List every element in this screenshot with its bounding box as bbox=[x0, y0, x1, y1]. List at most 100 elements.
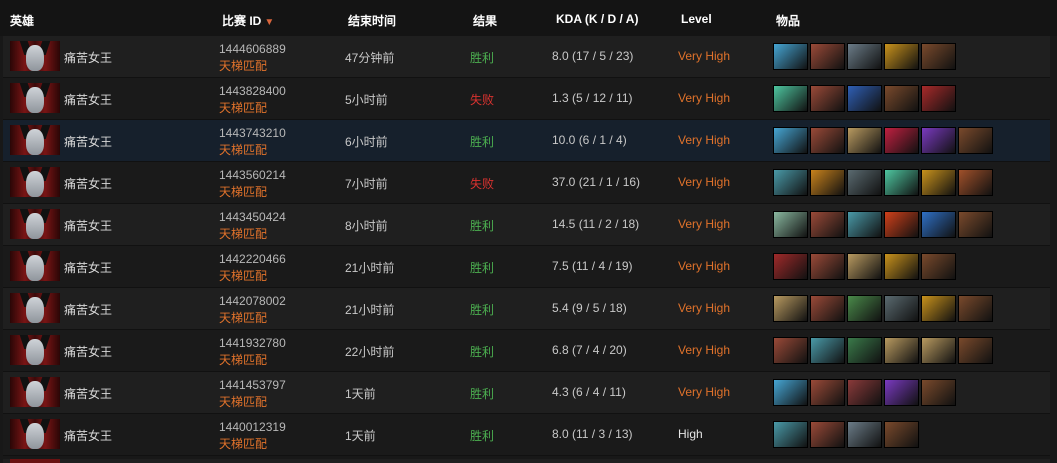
item-icon[interactable] bbox=[773, 127, 808, 154]
header-result[interactable]: 结果 bbox=[473, 12, 497, 29]
item-icon[interactable] bbox=[773, 421, 808, 448]
match-id-link[interactable]: 1440012319 bbox=[219, 420, 286, 434]
item-icon[interactable] bbox=[921, 295, 956, 322]
table-row[interactable]: 痛苦女王 1444606889 天梯匹配 47分钟前 胜利 8.0 (17 / 5 / 2… bbox=[3, 36, 1050, 78]
item-icon[interactable] bbox=[884, 295, 919, 322]
hero-name[interactable]: 痛苦女王 bbox=[64, 217, 112, 234]
item-icon[interactable] bbox=[810, 169, 845, 196]
item-icon[interactable] bbox=[921, 379, 956, 406]
item-icon[interactable] bbox=[921, 337, 956, 364]
match-id-link[interactable]: 1443828400 bbox=[219, 84, 286, 98]
item-icon[interactable] bbox=[847, 337, 882, 364]
hero-name[interactable]: 痛苦女王 bbox=[64, 301, 112, 318]
item-icon[interactable] bbox=[810, 211, 845, 238]
sort-desc-icon[interactable]: ▼ bbox=[264, 17, 274, 28]
item-icon[interactable] bbox=[958, 211, 993, 238]
item-icon[interactable] bbox=[921, 253, 956, 280]
hero-name[interactable]: 痛苦女王 bbox=[64, 91, 112, 108]
item-icon[interactable] bbox=[958, 337, 993, 364]
item-icon[interactable] bbox=[921, 85, 956, 112]
match-id-link[interactable]: 1443450424 bbox=[219, 210, 286, 224]
hero-name[interactable]: 痛苦女王 bbox=[64, 427, 112, 444]
item-icon[interactable] bbox=[921, 127, 956, 154]
header-match-id[interactable]: 比赛 ID ▼ bbox=[222, 12, 274, 29]
item-icon[interactable] bbox=[847, 379, 882, 406]
table-row[interactable]: 痛苦女王 1443560214 天梯匹配 7小时前 失败 37.0 (21 / 1 / 1… bbox=[3, 162, 1050, 204]
item-icon[interactable] bbox=[958, 127, 993, 154]
item-icon[interactable] bbox=[847, 127, 882, 154]
item-icon[interactable] bbox=[810, 421, 845, 448]
hero-portrait[interactable] bbox=[10, 419, 60, 449]
hero-portrait[interactable] bbox=[10, 377, 60, 407]
item-icon[interactable] bbox=[921, 211, 956, 238]
item-icon[interactable] bbox=[773, 43, 808, 70]
item-icon[interactable] bbox=[810, 295, 845, 322]
table-row[interactable]: 痛苦女王 1441453797 天梯匹配 1天前 胜利 4.3 (6 / 4 / 11) V… bbox=[3, 372, 1050, 414]
hero-name[interactable]: 痛苦女王 bbox=[64, 49, 112, 66]
item-icon[interactable] bbox=[884, 169, 919, 196]
item-icon[interactable] bbox=[810, 253, 845, 280]
item-icon[interactable] bbox=[773, 253, 808, 280]
hero-portrait[interactable] bbox=[10, 251, 60, 281]
header-hero[interactable]: 英雄 bbox=[10, 12, 34, 29]
table-row[interactable]: 痛苦女王 1441932780 天梯匹配 22小时前 胜利 6.8 (7 / 4 / 20… bbox=[3, 330, 1050, 372]
item-icon[interactable] bbox=[884, 421, 919, 448]
item-icon[interactable] bbox=[958, 169, 993, 196]
item-icon[interactable] bbox=[847, 169, 882, 196]
item-icon[interactable] bbox=[884, 43, 919, 70]
item-icon[interactable] bbox=[773, 211, 808, 238]
match-id-link[interactable]: 1444606889 bbox=[219, 42, 286, 56]
item-icon[interactable] bbox=[921, 43, 956, 70]
table-row[interactable]: 痛苦女王 1443828400 天梯匹配 5小时前 失败 1.3 (5 / 12 / 11… bbox=[3, 78, 1050, 120]
item-icon[interactable] bbox=[773, 169, 808, 196]
item-icon[interactable] bbox=[810, 337, 845, 364]
item-icon[interactable] bbox=[847, 43, 882, 70]
hero-name[interactable]: 痛苦女王 bbox=[64, 133, 112, 150]
item-icon[interactable] bbox=[884, 379, 919, 406]
hero-portrait[interactable] bbox=[10, 209, 60, 239]
table-row[interactable]: 痛苦女王 1443743210 天梯匹配 6小时前 胜利 10.0 (6 / 1 / 4)… bbox=[3, 120, 1050, 162]
item-icon[interactable] bbox=[773, 337, 808, 364]
item-icon[interactable] bbox=[884, 211, 919, 238]
table-row[interactable]: 痛苦女王 1442220466 天梯匹配 21小时前 胜利 7.5 (11 / 4 / 1… bbox=[3, 246, 1050, 288]
hero-portrait[interactable] bbox=[10, 293, 60, 323]
item-icon[interactable] bbox=[847, 85, 882, 112]
table-row[interactable]: 痛苦女王 1440012319 天梯匹配 1天前 胜利 8.0 (11 / 3 / 13)… bbox=[3, 414, 1050, 456]
item-icon[interactable] bbox=[884, 253, 919, 280]
item-icon[interactable] bbox=[773, 295, 808, 322]
hero-portrait[interactable] bbox=[10, 335, 60, 365]
match-id-link[interactable]: 1443560214 bbox=[219, 168, 286, 182]
table-row-partial[interactable] bbox=[3, 459, 1050, 463]
table-row[interactable]: 痛苦女王 1443450424 天梯匹配 8小时前 胜利 14.5 (11 / 2 / 1… bbox=[3, 204, 1050, 246]
match-id-link[interactable]: 1442078002 bbox=[219, 294, 286, 308]
header-kda[interactable]: KDA (K / D / A) bbox=[556, 12, 638, 26]
item-icon[interactable] bbox=[847, 295, 882, 322]
header-level[interactable]: Level bbox=[681, 12, 712, 26]
item-icon[interactable] bbox=[847, 421, 882, 448]
item-icon[interactable] bbox=[810, 43, 845, 70]
item-icon[interactable] bbox=[847, 211, 882, 238]
match-id-link[interactable]: 1441453797 bbox=[219, 378, 286, 392]
item-icon[interactable] bbox=[884, 337, 919, 364]
hero-name[interactable]: 痛苦女王 bbox=[64, 343, 112, 360]
item-icon[interactable] bbox=[921, 169, 956, 196]
match-id-link[interactable]: 1442220466 bbox=[219, 252, 286, 266]
table-row[interactable]: 痛苦女王 1442078002 天梯匹配 21小时前 胜利 5.4 (9 / 5 / 18… bbox=[3, 288, 1050, 330]
header-end-time[interactable]: 结束时间 bbox=[348, 12, 396, 29]
item-icon[interactable] bbox=[810, 379, 845, 406]
hero-name[interactable]: 痛苦女王 bbox=[64, 385, 112, 402]
item-icon[interactable] bbox=[773, 85, 808, 112]
match-id-link[interactable]: 1441932780 bbox=[219, 336, 286, 350]
match-id-link[interactable]: 1443743210 bbox=[219, 126, 286, 140]
item-icon[interactable] bbox=[810, 85, 845, 112]
item-icon[interactable] bbox=[884, 85, 919, 112]
item-icon[interactable] bbox=[773, 379, 808, 406]
hero-portrait[interactable] bbox=[10, 125, 60, 155]
hero-name[interactable]: 痛苦女王 bbox=[64, 259, 112, 276]
hero-portrait[interactable] bbox=[10, 41, 60, 71]
item-icon[interactable] bbox=[884, 127, 919, 154]
hero-name[interactable]: 痛苦女王 bbox=[64, 175, 112, 192]
item-icon[interactable] bbox=[958, 295, 993, 322]
hero-portrait[interactable] bbox=[10, 83, 60, 113]
item-icon[interactable] bbox=[810, 127, 845, 154]
